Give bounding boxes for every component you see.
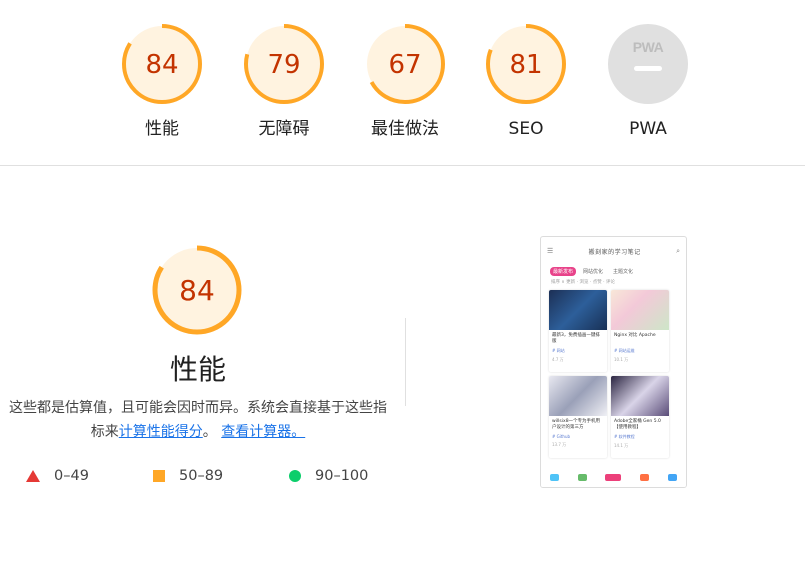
performance-large-gauge: 84 [152, 245, 242, 335]
card-thumbnail [611, 376, 669, 416]
legend-fail-range: 0–49 [54, 468, 89, 484]
performance-large-score: 84 [179, 274, 215, 307]
gauge-performance[interactable]: 84 性能 [107, 22, 217, 139]
card-tag: # 网站运维 [614, 348, 635, 353]
legend-fail: 0–49 [26, 468, 89, 484]
pwa-badge-icon: PWA [608, 24, 688, 104]
screenshot-tab-latest: 最新发布 [550, 266, 577, 276]
search-icon: ⌕ [676, 246, 680, 255]
best-practices-label: 最佳做法 [371, 119, 439, 139]
screenshot-tab-seo: 网站优化 [583, 268, 604, 275]
performance-label: 性能 [145, 119, 179, 139]
best-practices-gauge-ring: 67 [365, 24, 445, 104]
card-footer: 13.7 万 [552, 442, 567, 447]
screenshot-tab-culture: 主题文化 [613, 268, 634, 275]
description-separator: 。 [202, 424, 217, 440]
legend-pass-range: 90–100 [315, 468, 369, 484]
legend-average: 50–89 [153, 468, 223, 484]
screenshot-card: Nginx 对比 Apache # 网站运维 10.1 万 [611, 290, 669, 372]
screenshot-tabs: 最新发布 网站优化 主题文化 [541, 265, 686, 277]
screenshot-card: 最新3，免费插画一键排版 # 网站 4.7 万 [549, 290, 607, 372]
card-footer: 4.7 万 [552, 357, 564, 362]
accessibility-score: 79 [267, 50, 300, 80]
legend-average-range: 50–89 [179, 468, 224, 484]
pass-circle-icon [289, 470, 301, 482]
card-title: willsix8一个专为手机用户设计的第三方 [552, 419, 601, 430]
gauge-accessibility[interactable]: 79 无障碍 [229, 22, 339, 139]
pwa-label: PWA [629, 119, 667, 139]
card-title: 最新3，免费插画一键排版 [552, 333, 600, 344]
screenshot-bottom-nav [541, 467, 686, 487]
seo-score: 81 [509, 50, 542, 80]
performance-gauge-ring: 84 [122, 24, 202, 104]
pwa-badge-text: PWA [633, 39, 664, 55]
seo-gauge-ring: 81 [486, 24, 566, 104]
menu-icon: ☰ [547, 247, 554, 255]
card-tag: # 网站 [552, 348, 565, 353]
screenshot-header: ☰ 搬刻家的学习笔记 ⌕ [541, 237, 686, 265]
performance-title: 性能 [169, 353, 226, 386]
card-footer: 14.1 万 [614, 443, 629, 448]
card-title: Adobe全家桶 Gen 5.0【使用教程】 [614, 419, 661, 430]
screenshot-card: willsix8一个专为手机用户设计的第三方 # Github 13.7 万 [549, 376, 607, 458]
screenshot-card-grid: 最新3，免费插画一键排版 # 网站 4.7 万 Nginx 对比 Apache … [541, 287, 686, 461]
screenshot-site-title: 搬刻家的学习笔记 [588, 248, 641, 256]
accessibility-label: 无障碍 [258, 119, 310, 139]
home-icon [550, 473, 560, 481]
gauge-best-practices[interactable]: 67 最佳做法 [350, 22, 460, 139]
card-tag: # Github [552, 434, 571, 439]
best-practices-score: 67 [388, 50, 421, 80]
legend-pass: 90–100 [289, 468, 368, 484]
view-calculator-link[interactable]: 查看计算器。 [221, 424, 305, 440]
card-thumbnail [549, 290, 607, 330]
fail-triangle-icon [26, 470, 40, 482]
gauge-pwa[interactable]: PWA PWA [593, 22, 703, 139]
performance-description: 这些都是估算值，且可能会因时而异。系统会直接基于这些指标来计算性能得分。 查看计… [8, 396, 388, 444]
card-thumbnail [611, 290, 669, 330]
accessibility-gauge-ring: 79 [244, 24, 324, 104]
add-icon [605, 473, 622, 481]
average-square-icon [153, 470, 165, 482]
final-screenshot[interactable]: ☰ 搬刻家的学习笔记 ⌕ 最新发布 网站优化 主题文化 排序 ∨ 更新 · 浏览… [540, 236, 687, 488]
card-title: Nginx 对比 Apache [614, 333, 656, 338]
chat-icon [577, 473, 587, 481]
screenshot-card: Adobe全家桶 Gen 5.0【使用教程】 # 软件教程 14.1 万 [611, 376, 669, 458]
bell-icon [640, 473, 650, 481]
section-divider [405, 318, 406, 406]
card-footer: 10.1 万 [614, 357, 629, 362]
category-summary: 84 性能 79 无障碍 67 最佳做法 81 SEO PWA PWA [0, 0, 805, 166]
calculate-score-link[interactable]: 计算性能得分 [119, 424, 203, 440]
screenshot-sort-bar: 排序 ∨ 更新 · 浏览 · 点赞 · 评论 [551, 280, 616, 285]
card-thumbnail [549, 376, 607, 416]
card-tag: # 软件教程 [614, 434, 635, 439]
performance-score: 84 [145, 50, 178, 80]
seo-label: SEO [508, 119, 544, 139]
gauge-seo[interactable]: 81 SEO [471, 22, 581, 139]
user-icon [667, 473, 677, 481]
